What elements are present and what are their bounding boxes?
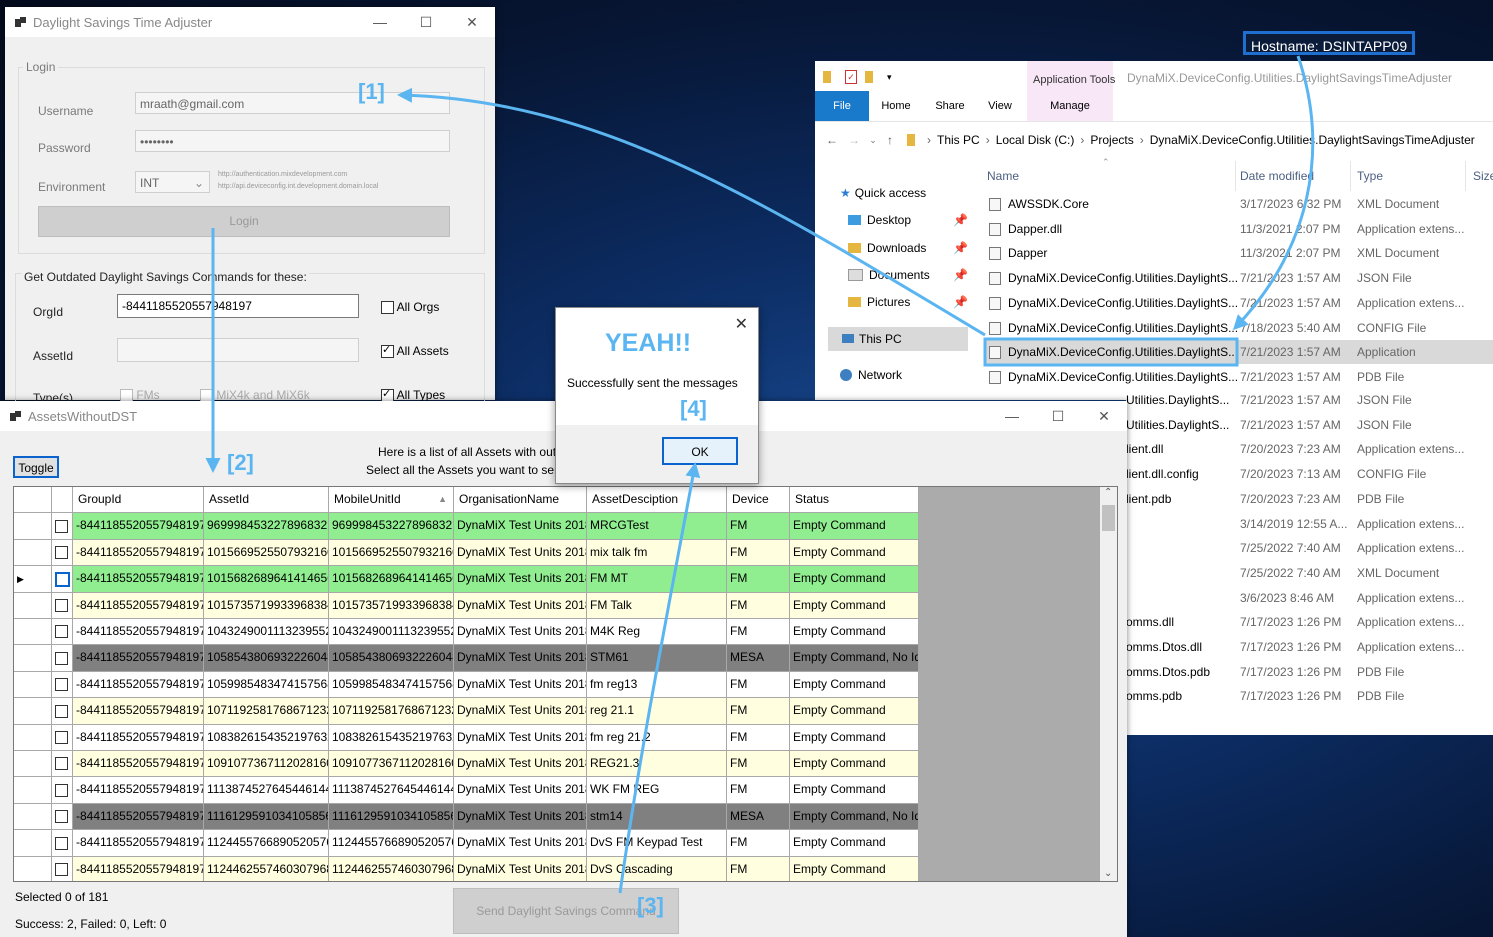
annotation-2: [2] bbox=[227, 450, 254, 475]
arrow-send-to-ok bbox=[618, 462, 701, 894]
arrow-hostname-to-exe bbox=[1232, 55, 1315, 331]
exe-highlight-box bbox=[983, 337, 1239, 367]
annotation-arrows bbox=[205, 55, 1315, 894]
annotation-1: [1] bbox=[358, 79, 385, 104]
annotation-3: [3] bbox=[637, 893, 664, 918]
annotation-4: [4] bbox=[680, 396, 707, 421]
arrow-exe-to-login bbox=[397, 87, 986, 337]
